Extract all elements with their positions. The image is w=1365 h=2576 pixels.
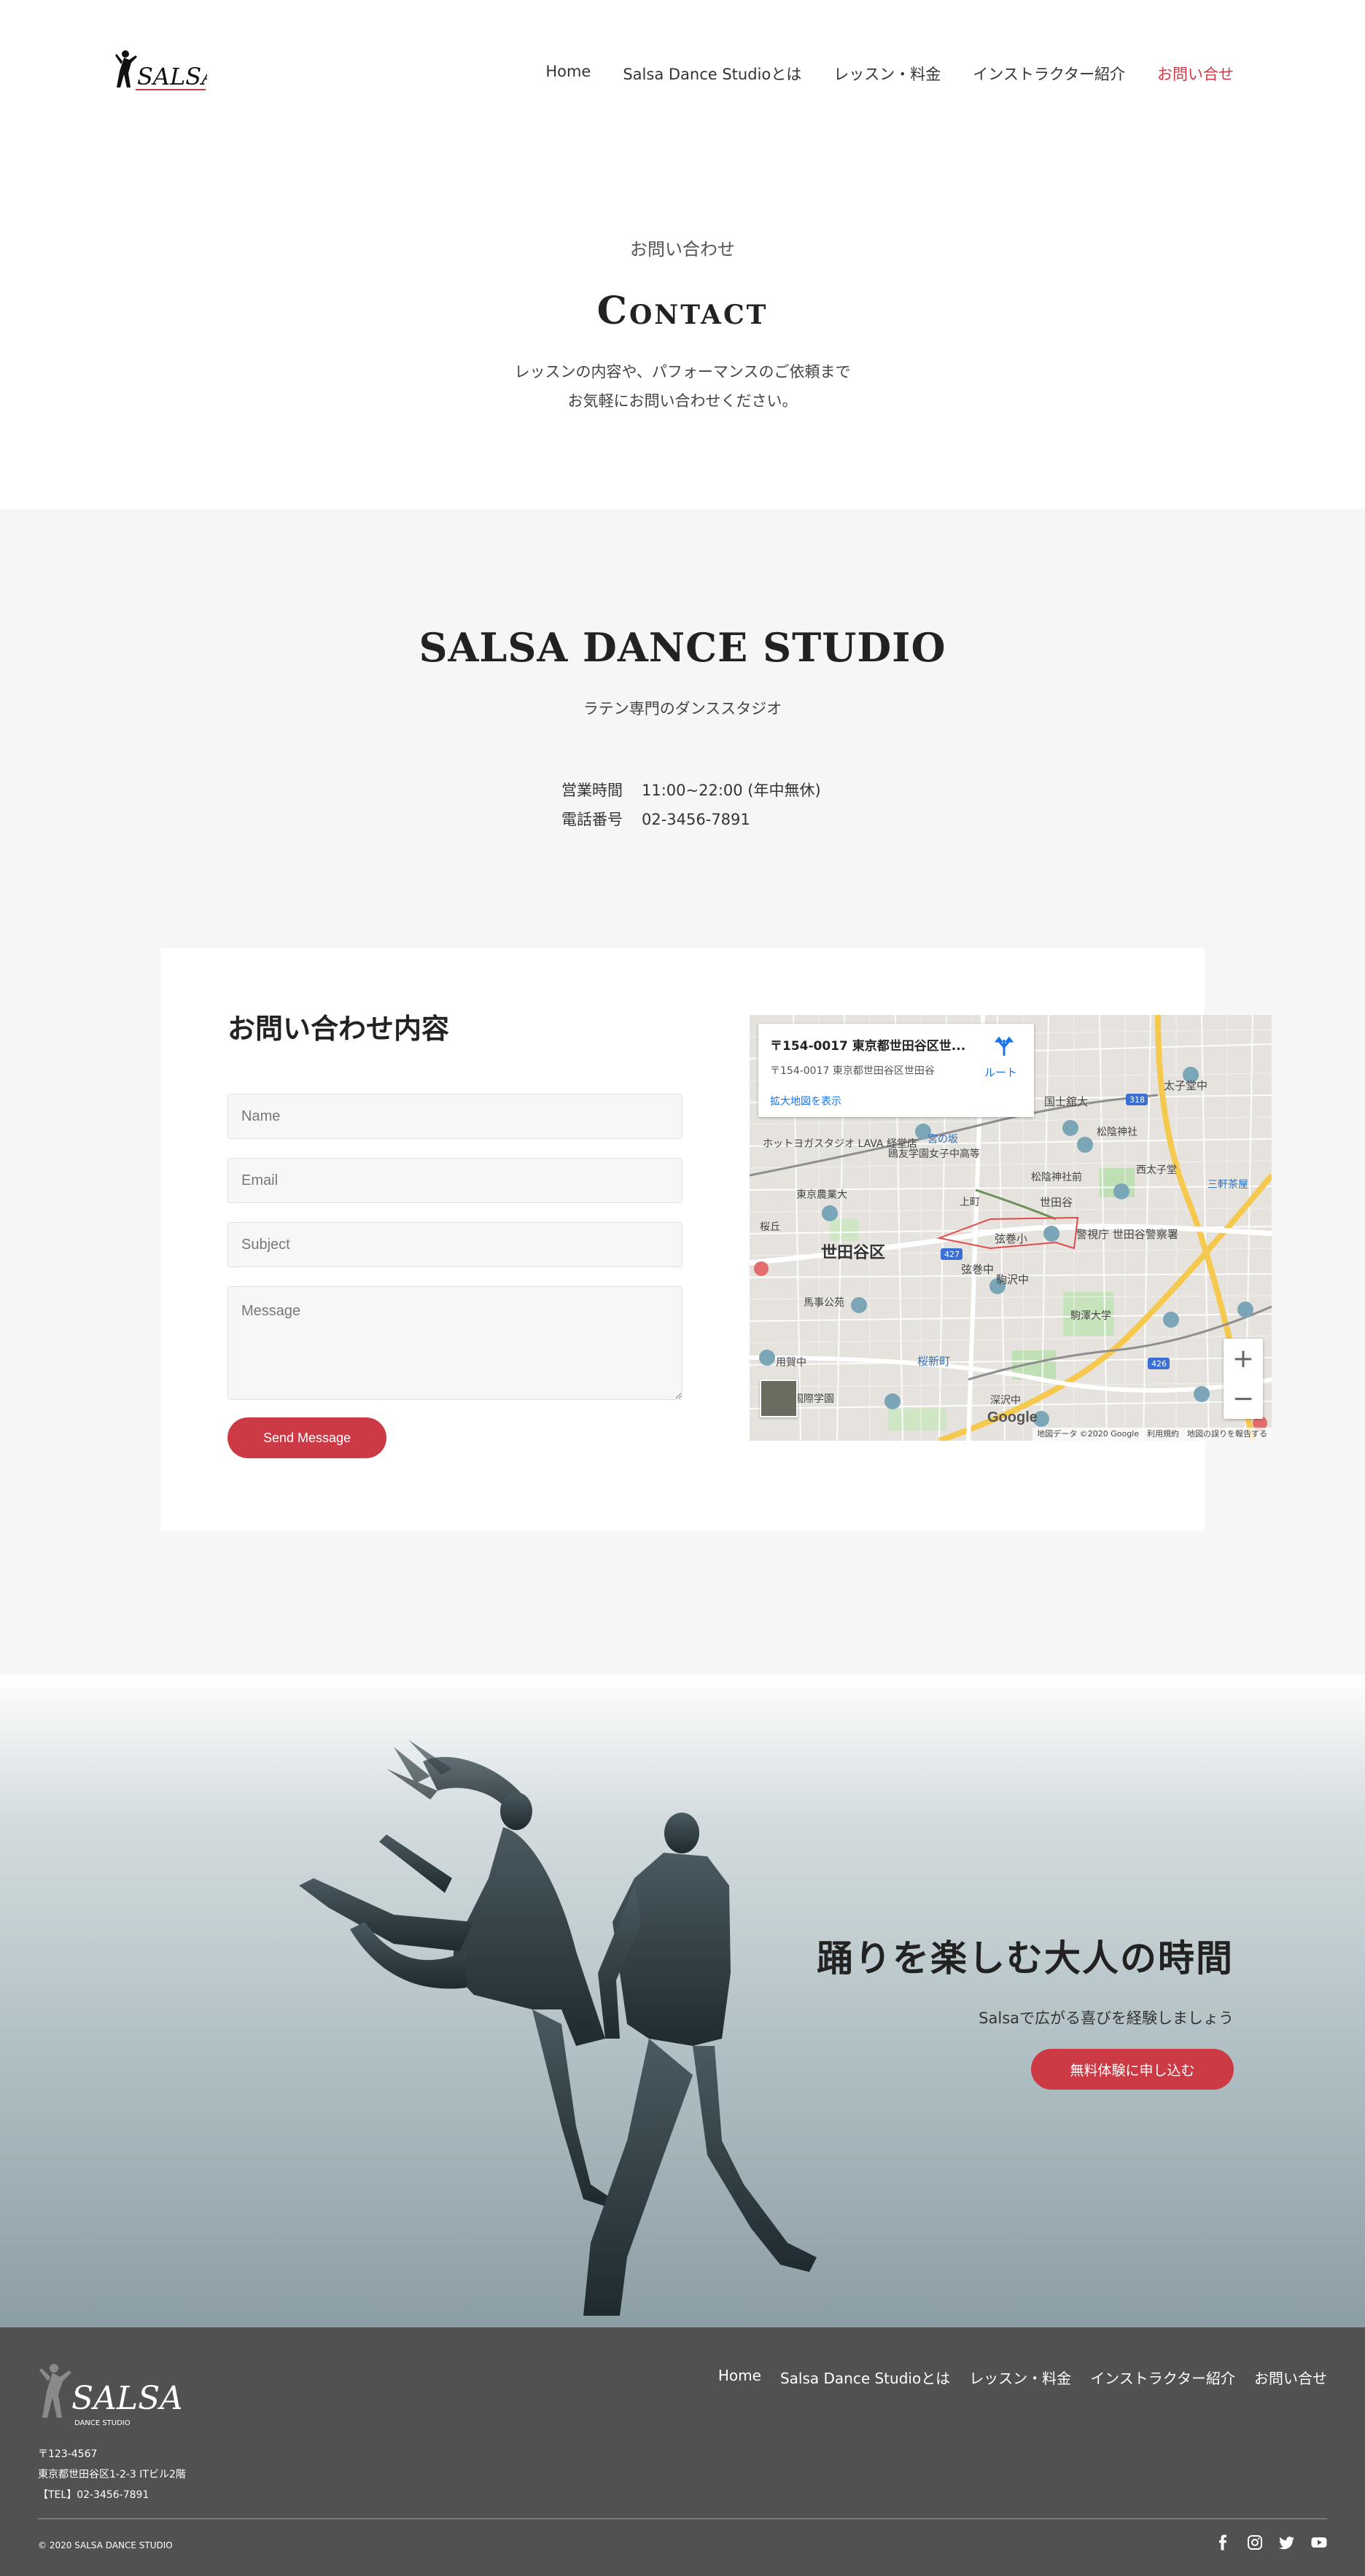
map-label-sakurashinmachi: 桜新町: [917, 1355, 951, 1368]
map-label-police: 警視庁 世田谷警察署: [1076, 1228, 1178, 1241]
nav-about[interactable]: Salsa Dance Studioとは: [623, 63, 801, 85]
logo-text: SALSA: [137, 63, 207, 90]
studio-name: SALSA DANCE STUDIO: [419, 624, 946, 671]
facebook-icon[interactable]: [1215, 2534, 1231, 2550]
form-title: お問い合わせ内容: [228, 1012, 450, 1045]
email-input[interactable]: [228, 1158, 682, 1203]
footer-nav-contact[interactable]: お問い合せ: [1254, 2367, 1327, 2388]
send-message-button[interactable]: Send Message: [228, 1417, 386, 1458]
hero-title: 踊りを楽しむ大人の時間: [817, 1937, 1234, 1980]
nav-home[interactable]: Home: [545, 63, 591, 85]
footer-street: 東京都世田谷区1-2-3 ITビル2階: [38, 2469, 186, 2480]
page-description: レッスンの内容や、パフォーマンスのご依頼まで お気軽にお問い合わせください。: [0, 357, 1365, 416]
page-subtitle: お問い合わせ: [630, 239, 735, 260]
footer-logo[interactable]: SALSA DANCE STUDIO: [38, 2359, 183, 2432]
phone-value[interactable]: 02-3456-7891: [642, 811, 750, 828]
google-logo: Google: [987, 1409, 1038, 1425]
subject-input[interactable]: [228, 1222, 682, 1267]
map-label-taishido: 太子堂中: [1164, 1079, 1208, 1092]
footer-divider: [38, 2518, 1327, 2519]
map-label-yoga: 用賀中: [776, 1357, 806, 1369]
map-label-miyanosaka: 宮の坂: [928, 1134, 958, 1145]
studio-tagline: ラテン専門のダンススタジオ: [583, 700, 782, 717]
map-label-komazawa-jhs: 駒沢中: [996, 1273, 1030, 1286]
footer-copyright: © 2020 SALSA DANCE STUDIO: [38, 2540, 173, 2550]
contact-card: お問い合わせ内容 Send Message: [160, 948, 1272, 1531]
map-label-tsurumaki: 弦巻中: [961, 1263, 995, 1276]
free-trial-button[interactable]: 無料体験に申し込む: [1031, 2049, 1234, 2090]
map-label-setagaya: 世田谷区: [821, 1244, 886, 1262]
hero-section: 踊りを楽しむ大人の時間 Salsaで広がる喜びを経験しましょう 無料体験に申し込…: [0, 1674, 1365, 2327]
map-label-baji: 馬事公苑: [804, 1297, 844, 1309]
main-nav: Home Salsa Dance Studioとは レッスン・料金 インストラク…: [513, 63, 1234, 85]
page-description-line: レッスンの内容や、パフォーマンスのご依頼まで: [514, 363, 851, 381]
map-label-joshi: 鴎友学園女子中高等: [888, 1148, 980, 1160]
map-label-kokusai: 国際学園: [793, 1393, 834, 1405]
footer-nav: Home Salsa Dance Studioとは レッスン・料金 インストラク…: [699, 2367, 1327, 2388]
map-label-komazawa-univ: 駒澤大学: [1070, 1310, 1111, 1322]
twitter-icon[interactable]: [1279, 2534, 1295, 2550]
map-label-kokushikan: 国士舘大: [1044, 1095, 1089, 1108]
site-footer: SALSA DANCE STUDIO Home Salsa Dance Stud…: [0, 2327, 1365, 2576]
zoom-control: + −: [1224, 1339, 1263, 1419]
view-larger-map-link[interactable]: 拡大地図を表示: [770, 1094, 841, 1108]
hero-subtitle: Salsaで広がる喜びを経験しましょう: [979, 2009, 1234, 2027]
site-header: SALSA Home Salsa Dance Studioとは レッスン・料金 …: [0, 0, 1365, 146]
contact-title-section: お問い合わせ Contact レッスンの内容や、パフォーマンスのご依頼まで お気…: [0, 146, 1365, 509]
zoom-in-button[interactable]: +: [1224, 1339, 1263, 1379]
map-label-setagaya-station: 世田谷: [1040, 1196, 1073, 1209]
phone-row: 電話番号 02-3456-7891: [561, 805, 821, 834]
page-title: Contact: [596, 289, 769, 333]
footer-logo-subtext: DANCE STUDIO: [74, 2419, 131, 2427]
hours-value: 11:00~22:00 (年中無休): [642, 782, 821, 799]
footer-nav-about[interactable]: Salsa Dance Studioとは: [780, 2367, 950, 2388]
map-info-title: 〒154-0017 東京都世田谷区世...: [770, 1039, 966, 1054]
map-label-shoin: 松陰神社: [1097, 1126, 1138, 1138]
dancers-image: [299, 1740, 817, 2316]
nav-instructors[interactable]: インストラクター紹介: [973, 63, 1125, 85]
youtube-icon[interactable]: [1311, 2534, 1327, 2550]
studio-section: SALSA DANCE STUDIO ラテン専門のダンススタジオ 営業時間 11:…: [0, 509, 1365, 1674]
footer-social: [1215, 2534, 1327, 2550]
satellite-toggle[interactable]: [760, 1380, 798, 1417]
map-info-address: 〒154-0017 東京都世田谷区世田谷: [770, 1065, 935, 1077]
route-426-label: 426: [1151, 1359, 1167, 1369]
map-info-window: 〒154-0017 東京都世田谷区世... 〒154-0017 東京都世田谷区世…: [758, 1024, 1034, 1117]
phone-label: 電話番号: [561, 811, 623, 828]
google-map[interactable]: 318 427 426 世田谷区 国士舘大 太子堂中 松陰神社 松陰神社前 西太…: [750, 1015, 1272, 1441]
instagram-icon[interactable]: [1247, 2534, 1263, 2550]
map-label-fukazawa: 深沢中: [990, 1395, 1021, 1406]
hours-label: 営業時間: [561, 782, 623, 799]
footer-postal: 〒123-4567: [38, 2448, 98, 2460]
hours-row: 営業時間 11:00~22:00 (年中無休): [561, 776, 821, 805]
map-label-sangenjaya: 三軒茶屋: [1208, 1179, 1248, 1191]
name-input[interactable]: [228, 1094, 682, 1139]
footer-nav-instructors[interactable]: インストラクター紹介: [1090, 2367, 1235, 2388]
footer-tel: 【TEL】02-3456-7891: [38, 2489, 149, 2501]
nav-lessons[interactable]: レッスン・料金: [833, 63, 941, 85]
directions-link[interactable]: ルート: [984, 1065, 1017, 1080]
message-input[interactable]: [228, 1286, 682, 1400]
directions-icon[interactable]: [993, 1037, 1015, 1059]
map-label-nishitaishido: 西太子堂: [1136, 1164, 1177, 1176]
page-description-line: お気軽にお問い合わせください。: [567, 392, 798, 410]
map-label-tsurumaki-sho: 弦巻小: [995, 1232, 1028, 1245]
map-attribution[interactable]: 地図データ ©2020 Google 利用規約 地図の誤りを報告する: [1032, 1428, 1272, 1441]
map-label-nodai: 東京農業大: [796, 1189, 847, 1201]
nav-contact[interactable]: お問い合せ: [1157, 63, 1234, 85]
footer-nav-lessons[interactable]: レッスン・料金: [969, 2367, 1071, 2388]
map-label-sakuragaoka: 桜丘: [760, 1221, 780, 1233]
map-label-shoin-station: 松陰神社前: [1031, 1172, 1082, 1183]
site-logo[interactable]: SALSA: [115, 47, 218, 99]
route-427-label: 427: [944, 1250, 960, 1259]
zoom-out-button[interactable]: −: [1224, 1379, 1263, 1419]
map-label-kamimachi: 上町: [960, 1196, 980, 1208]
footer-nav-home[interactable]: Home: [718, 2367, 761, 2388]
route-318-label: 318: [1129, 1095, 1145, 1105]
studio-info: 営業時間 11:00~22:00 (年中無休) 電話番号 02-3456-7891: [561, 776, 821, 834]
footer-logo-text: SALSA: [71, 2380, 181, 2417]
footer-address: 〒123-4567 東京都世田谷区1-2-3 ITビル2階 【TEL】02-34…: [38, 2444, 186, 2505]
